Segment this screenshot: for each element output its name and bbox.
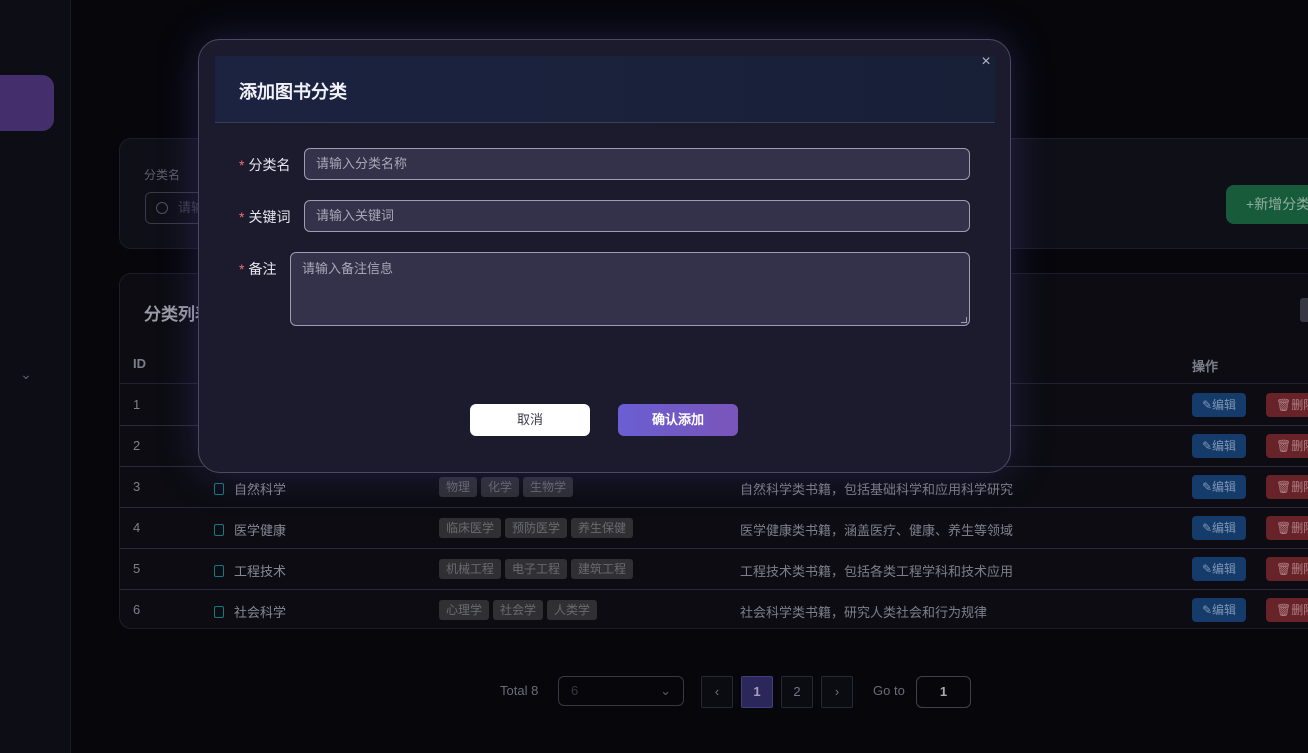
dialog-title: 添加图书分类	[239, 82, 347, 102]
confirm-add-button[interactable]: 确认添加	[618, 404, 738, 436]
required-mark: *	[239, 209, 245, 225]
name-field-label: * 分类名	[239, 155, 290, 175]
remark-label-text: 备注	[248, 261, 277, 277]
name-label-text: 分类名	[248, 157, 291, 173]
remark-textarea[interactable]: 请输入备注信息	[290, 252, 970, 326]
add-category-dialog: 添加图书分类 × * 分类名 请输入分类名称 * 关键词 请输入关键词 * 备注 请输…	[198, 39, 1011, 473]
keywords-label-text: 关键词	[248, 209, 291, 225]
remark-placeholder: 请输入备注信息	[302, 261, 394, 276]
dialog-header: 添加图书分类	[215, 56, 995, 123]
category-name-input[interactable]: 请输入分类名称	[304, 148, 970, 180]
resize-handle[interactable]	[961, 317, 967, 323]
required-mark: *	[239, 261, 245, 277]
required-mark: *	[239, 157, 245, 173]
cancel-button[interactable]: 取消	[470, 404, 590, 436]
close-icon[interactable]: ×	[979, 54, 993, 70]
remark-field-label: * 备注	[239, 259, 276, 279]
keywords-field-label: * 关键词	[239, 207, 290, 227]
keywords-input[interactable]: 请输入关键词	[304, 200, 970, 232]
